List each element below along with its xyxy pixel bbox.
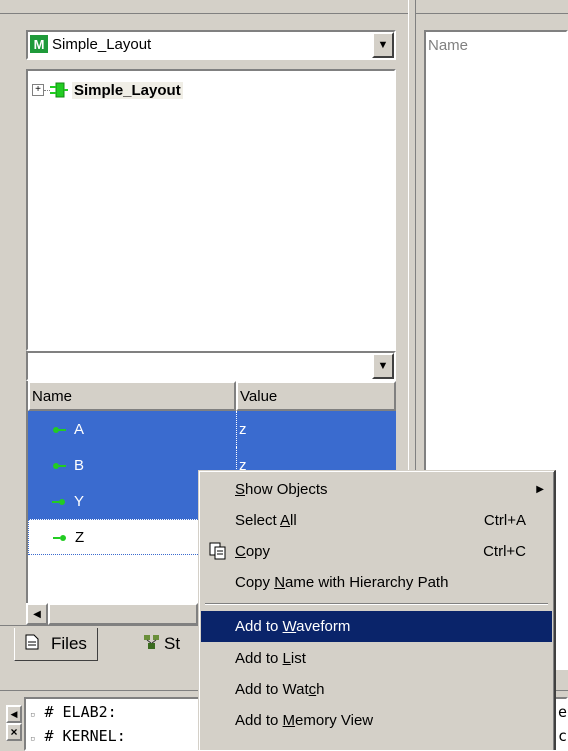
menu-shortcut: Ctrl+C [483, 543, 526, 560]
signal-name: B [74, 456, 85, 474]
copy-icon [209, 542, 227, 564]
signal-name: Y [74, 492, 85, 510]
design-selector-dropdown-button[interactable]: ▼ [372, 32, 394, 58]
console-fragment: e [558, 703, 568, 721]
table-header: Name Value [28, 381, 396, 411]
design-selector[interactable]: M Simple_Layout ▼ [26, 30, 396, 60]
menu-item-add-to-waveform[interactable]: Add to Waveform [201, 611, 552, 642]
top-toolbar-strip [0, 0, 568, 14]
menu-item-add-to-memory-view[interactable]: Add to Memory View [201, 705, 552, 736]
filter-selector[interactable]: ▼ [26, 351, 396, 381]
console-line: ▫ # ELAB2: [30, 703, 117, 721]
scroll-thumb[interactable] [48, 603, 198, 625]
structure-tree: + Simple_Layout [26, 69, 396, 351]
column-header-value[interactable]: Value [236, 381, 396, 411]
tree-root-label: Simple_Layout [72, 81, 183, 99]
signal-port-icon [52, 457, 66, 474]
context-menu: Show Objects ▶ Select All Ctrl+A Copy Ct… [198, 470, 556, 750]
tab-structure[interactable]: St [138, 628, 184, 660]
signal-name: Z [75, 528, 85, 546]
menu-item-add-to-watch[interactable]: Add to Watch [201, 674, 552, 705]
tree-root-node[interactable]: + Simple_Layout [32, 79, 183, 101]
scroll-left-button[interactable]: ◀ [26, 603, 48, 625]
signal-name: A [74, 420, 85, 438]
instance-icon [50, 82, 68, 98]
console-line: ▫ # KERNEL: [30, 727, 126, 745]
structure-icon [142, 633, 162, 656]
signal-value: z [239, 420, 247, 438]
close-icon[interactable]: × [6, 723, 22, 741]
tree-expander[interactable]: + [32, 84, 44, 96]
menu-item-copy-name-hierarchy[interactable]: Copy Name with Hierarchy Path [201, 567, 552, 598]
signal-port-icon [52, 493, 66, 510]
menu-item-copy[interactable]: Copy Ctrl+C [201, 536, 552, 567]
module-m-icon: M [30, 35, 48, 53]
column-header-name[interactable]: Name [28, 381, 236, 411]
right-column-header[interactable]: Name [426, 32, 568, 58]
menu-shortcut: Ctrl+A [483, 512, 526, 529]
filter-dropdown-button[interactable]: ▼ [372, 353, 394, 379]
table-row[interactable]: A z [28, 411, 396, 447]
console-fragment: c [558, 727, 568, 745]
submenu-arrow-icon: ▶ [536, 484, 544, 495]
console-pin-button[interactable]: ◀ [6, 705, 22, 723]
menu-item-show-objects[interactable]: Show Objects ▶ [201, 474, 552, 505]
menu-item-select-all[interactable]: Select All Ctrl+A [201, 505, 552, 536]
menu-item-add-to-list[interactable]: Add to List [201, 643, 552, 674]
design-selector-value: Simple_Layout [52, 36, 152, 53]
document-icon [25, 634, 39, 655]
signal-port-icon [52, 421, 66, 438]
tab-files[interactable]: Files [14, 628, 98, 661]
menu-separator [205, 603, 548, 605]
signal-port-icon [53, 529, 67, 546]
